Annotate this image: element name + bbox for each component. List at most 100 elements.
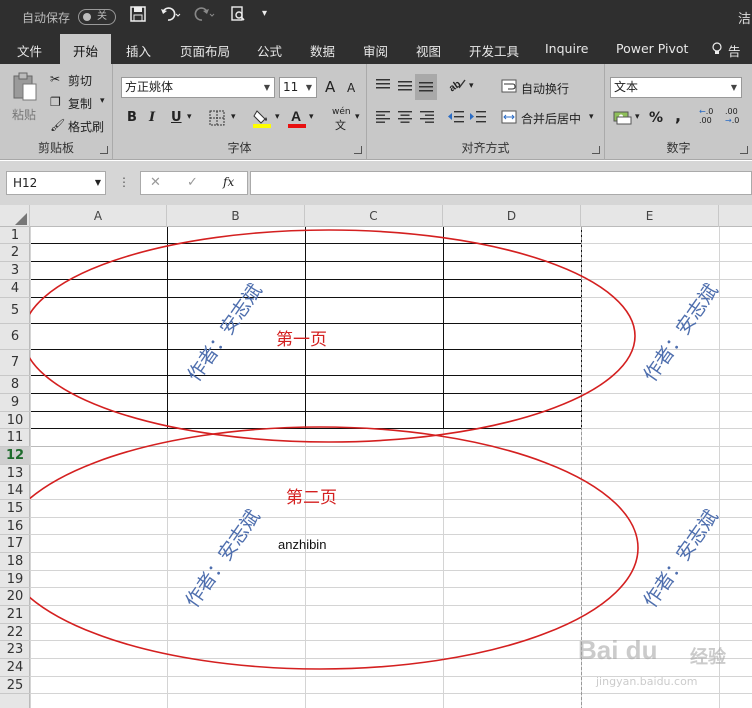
font-name-combo[interactable]: 方正姚体 ▼ bbox=[121, 77, 275, 98]
row-header-11[interactable]: 11 bbox=[0, 429, 30, 447]
tab-review[interactable]: 审阅 bbox=[363, 41, 388, 60]
column-header-d[interactable]: D bbox=[443, 205, 581, 227]
column-header-a[interactable]: A bbox=[30, 205, 167, 227]
cancel-button[interactable]: ✕ bbox=[150, 175, 161, 190]
row-header-23[interactable]: 23 bbox=[0, 641, 30, 659]
align-right-icon[interactable] bbox=[419, 110, 435, 128]
grow-font-button[interactable]: A bbox=[325, 78, 335, 96]
row-header-24[interactable]: 24 bbox=[0, 659, 30, 677]
tab-view[interactable]: 视图 bbox=[416, 41, 441, 60]
cut-button[interactable]: 剪切 bbox=[68, 72, 92, 89]
insert-function-button[interactable]: fx bbox=[223, 175, 234, 189]
accounting-format-icon[interactable] bbox=[613, 109, 633, 129]
increase-indent-icon[interactable] bbox=[469, 110, 487, 128]
row-header-12[interactable]: 12 bbox=[0, 447, 30, 465]
underline-dropdown-icon[interactable]: ▾ bbox=[187, 112, 192, 122]
undo-icon[interactable] bbox=[160, 6, 182, 26]
row-header-4[interactable]: 4 bbox=[0, 280, 30, 298]
autosave-toggle[interactable]: 关 bbox=[78, 9, 116, 25]
row-header-6[interactable]: 6 bbox=[0, 324, 30, 350]
column-header-f[interactable] bbox=[719, 205, 752, 227]
copy-icon[interactable]: ❐ bbox=[50, 95, 61, 109]
row-header-14[interactable]: 14 bbox=[0, 482, 30, 500]
row-header-9[interactable]: 9 bbox=[0, 394, 30, 412]
row-header-13[interactable]: 13 bbox=[0, 465, 30, 482]
column-header-c[interactable]: C bbox=[305, 205, 443, 227]
bold-button[interactable]: B bbox=[127, 110, 137, 125]
wrap-text-icon[interactable] bbox=[501, 79, 517, 97]
tab-data[interactable]: 数据 bbox=[310, 41, 335, 60]
comma-button[interactable]: , bbox=[675, 106, 681, 125]
align-bottom-icon[interactable] bbox=[415, 74, 437, 100]
tab-page-layout[interactable]: 页面布局 bbox=[180, 41, 230, 60]
format-painter-button[interactable]: 格式刷 bbox=[68, 118, 104, 135]
clipboard-launcher-icon[interactable] bbox=[100, 146, 108, 154]
phonetic-icon-char[interactable]: 文 bbox=[335, 117, 346, 133]
row-header-7[interactable]: 7 bbox=[0, 350, 30, 376]
orientation-icon[interactable]: ab bbox=[447, 76, 467, 96]
fill-color-icon[interactable] bbox=[253, 108, 271, 132]
tab-file[interactable]: 文件 bbox=[17, 41, 42, 60]
enter-button[interactable]: ✓ bbox=[187, 175, 198, 190]
row-header-15[interactable]: 15 bbox=[0, 500, 30, 518]
formula-bar-handle[interactable]: ⋮ bbox=[118, 175, 130, 189]
customize-qat-icon[interactable]: ▾ bbox=[262, 8, 267, 19]
merge-center-button[interactable]: 合并后居中 bbox=[521, 110, 581, 127]
accounting-dropdown-icon[interactable]: ▾ bbox=[635, 112, 640, 122]
row-header-10[interactable]: 10 bbox=[0, 412, 30, 429]
tab-inquire[interactable]: Inquire bbox=[545, 41, 589, 56]
tell-me-icon[interactable] bbox=[712, 41, 722, 56]
tab-developer[interactable]: 开发工具 bbox=[469, 41, 519, 60]
borders-dropdown-icon[interactable]: ▾ bbox=[231, 112, 236, 122]
font-size-combo[interactable]: 11 ▼ bbox=[279, 77, 317, 98]
align-top-icon[interactable] bbox=[375, 78, 391, 96]
increase-decimal-button[interactable]: ←.0.00 bbox=[699, 107, 713, 125]
cut-icon[interactable]: ✂ bbox=[50, 72, 60, 86]
orientation-dropdown-icon[interactable]: ▾ bbox=[469, 81, 474, 91]
row-header-25[interactable]: 25 bbox=[0, 677, 30, 694]
formula-input[interactable] bbox=[250, 171, 752, 195]
row-header-5[interactable]: 5 bbox=[0, 298, 30, 324]
decrease-indent-icon[interactable] bbox=[447, 110, 465, 128]
merge-center-icon[interactable] bbox=[501, 110, 517, 128]
number-format-combo[interactable]: 文本 ▼ bbox=[610, 77, 742, 98]
wrap-text-button[interactable]: 自动换行 bbox=[521, 80, 569, 97]
phonetic-icon[interactable]: wén bbox=[332, 107, 351, 117]
save-icon[interactable] bbox=[130, 6, 146, 26]
align-left-icon[interactable] bbox=[375, 110, 391, 128]
tab-formulas[interactable]: 公式 bbox=[257, 41, 282, 60]
redo-icon[interactable] bbox=[194, 6, 216, 26]
select-all-corner[interactable] bbox=[0, 205, 30, 227]
column-header-b[interactable]: B bbox=[167, 205, 305, 227]
row-header-18[interactable]: 18 bbox=[0, 553, 30, 571]
tab-insert[interactable]: 插入 bbox=[126, 41, 151, 60]
ellipse-page1[interactable] bbox=[30, 229, 636, 443]
tab-power-pivot[interactable]: Power Pivot bbox=[616, 41, 688, 56]
phonetic-dropdown-icon[interactable]: ▾ bbox=[355, 112, 360, 122]
align-center-icon[interactable] bbox=[397, 110, 413, 128]
row-header-2[interactable]: 2 bbox=[0, 244, 30, 262]
percent-button[interactable]: % bbox=[649, 110, 663, 126]
alignment-launcher-icon[interactable] bbox=[592, 146, 600, 154]
row-header-20[interactable]: 20 bbox=[0, 588, 30, 606]
print-preview-icon[interactable] bbox=[230, 6, 246, 26]
row-header-3[interactable]: 3 bbox=[0, 262, 30, 280]
font-color-dropdown-icon[interactable]: ▾ bbox=[309, 112, 314, 122]
column-header-e[interactable]: E bbox=[581, 205, 719, 227]
number-launcher-icon[interactable] bbox=[740, 146, 748, 154]
copy-dropdown-icon[interactable]: ▾ bbox=[100, 96, 105, 106]
format-painter-icon[interactable]: 🖌 bbox=[50, 118, 65, 132]
row-header-22[interactable]: 22 bbox=[0, 624, 30, 641]
decrease-decimal-button[interactable]: .00 →.0 bbox=[725, 107, 739, 125]
font-launcher-icon[interactable] bbox=[354, 146, 362, 154]
paste-button[interactable]: 粘贴 bbox=[12, 106, 36, 123]
row-header-21[interactable]: 21 bbox=[0, 606, 30, 624]
font-color-icon[interactable]: A bbox=[288, 108, 306, 132]
align-middle-icon[interactable] bbox=[397, 78, 413, 96]
fill-color-dropdown-icon[interactable]: ▾ bbox=[275, 112, 280, 122]
row-header-19[interactable]: 19 bbox=[0, 571, 30, 588]
shrink-font-button[interactable]: A bbox=[347, 81, 355, 95]
ellipse-page2[interactable] bbox=[30, 426, 639, 670]
paste-icon[interactable] bbox=[12, 72, 38, 106]
name-box[interactable]: H12 ▼ bbox=[6, 171, 106, 195]
